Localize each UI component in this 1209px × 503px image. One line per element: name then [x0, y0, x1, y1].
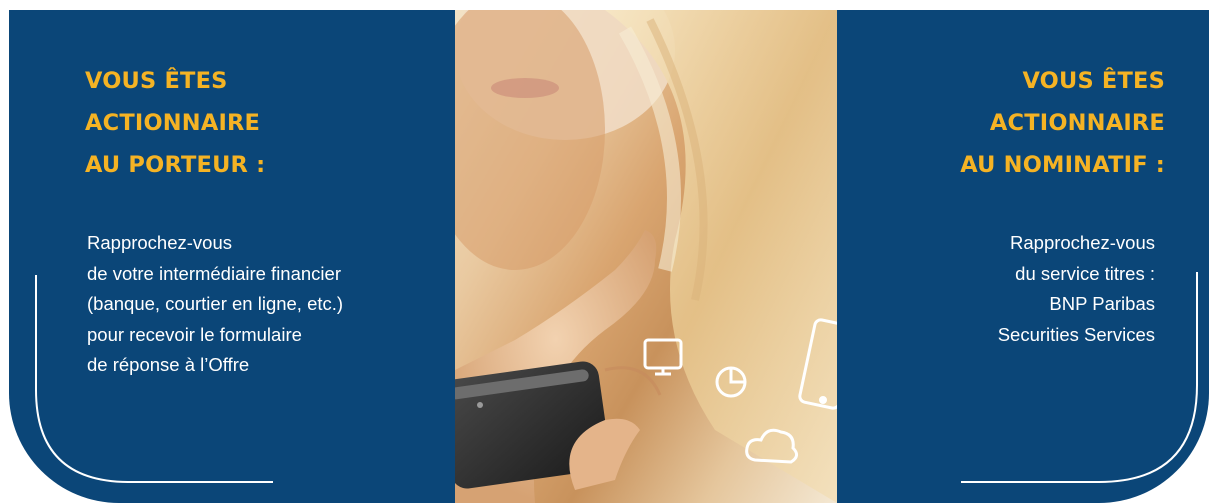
body-line: BNP Paribas — [1049, 293, 1155, 314]
heading-line: AU PORTEUR : — [85, 152, 266, 178]
body-line: Rapprochez-vous — [1010, 232, 1155, 253]
left-info-panel: VOUS ÊTES ACTIONNAIRE AU PORTEUR : Rappr… — [9, 10, 455, 503]
body-line: de réponse à l’Offre — [87, 354, 250, 375]
left-panel-body: Rapprochez-vous de votre intermédiaire f… — [87, 228, 343, 381]
body-line: pour recevoir le formulaire — [87, 323, 302, 345]
body-line: Rapprochez-vous — [87, 232, 232, 253]
body-line: Securities Services — [997, 323, 1155, 345]
right-panel-heading: VOUS ÊTES ACTIONNAIRE AU NOMINATIF : — [960, 60, 1165, 186]
photo-illustration — [455, 10, 837, 503]
body-line: du service titres : — [1015, 262, 1155, 284]
heading-line: VOUS ÊTES — [1022, 68, 1165, 94]
right-panel-body: Rapprochez-vous du service titres : BNP … — [998, 228, 1155, 350]
heading-line: ACTIONNAIRE — [989, 110, 1165, 136]
person-with-phone-photo — [455, 10, 837, 503]
heading-line: VOUS ÊTES — [85, 68, 228, 94]
monitor-icon — [643, 338, 683, 376]
left-panel-heading: VOUS ÊTES ACTIONNAIRE AU PORTEUR : — [85, 60, 265, 186]
heading-line: ACTIONNAIRE — [85, 110, 261, 136]
body-line: (banque, courtier en ligne, etc.) — [87, 293, 344, 314]
offer-banner: VOUS ÊTES ACTIONNAIRE AU PORTEUR : Rappr… — [9, 10, 1209, 503]
heading-line: AU NOMINATIF : — [960, 152, 1165, 178]
body-line: de votre intermédiaire financier — [87, 262, 341, 284]
right-info-panel: VOUS ÊTES ACTIONNAIRE AU NOMINATIF : Rap… — [837, 10, 1209, 503]
